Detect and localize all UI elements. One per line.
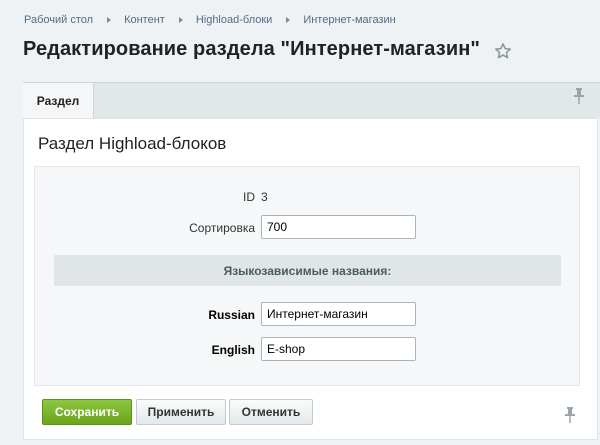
- pin-icon[interactable]: [573, 88, 585, 104]
- section-heading: Языкозависимые названия:: [54, 255, 561, 286]
- chevron-right-icon: [178, 17, 183, 23]
- sort-input[interactable]: [261, 215, 416, 239]
- breadcrumb-item-desktop[interactable]: Рабочий стол: [24, 14, 93, 26]
- card-title: Раздел Highload-блоков: [38, 134, 227, 153]
- breadcrumb: Рабочий стол Контент Highload-блоки Инте…: [24, 14, 396, 26]
- apply-button[interactable]: Применить: [136, 399, 226, 425]
- name-english-input[interactable]: [261, 337, 416, 361]
- name-russian-input[interactable]: [261, 302, 416, 326]
- breadcrumb-item-content[interactable]: Контент: [124, 14, 165, 26]
- form-fields-panel: ID 3 Сортировка Языкозависимые названия:…: [34, 166, 580, 386]
- cancel-button[interactable]: Отменить: [229, 399, 313, 425]
- page-title: Редактирование раздела "Интернет-магазин…: [23, 38, 480, 60]
- tabs-bar: Раздел: [23, 82, 600, 119]
- id-label: ID: [243, 190, 255, 204]
- id-value: 3: [261, 190, 268, 204]
- pin-icon[interactable]: [564, 407, 576, 423]
- chevron-right-icon: [107, 17, 112, 23]
- breadcrumb-item-highload[interactable]: Highload-блоки: [196, 14, 273, 26]
- lang-label-russian: Russian: [208, 308, 255, 322]
- edit-form-card: Раздел Highload-блоков ID 3 Сортировка Я…: [23, 118, 598, 440]
- save-button[interactable]: Сохранить: [42, 399, 132, 425]
- tab-section[interactable]: Раздел: [23, 83, 94, 119]
- chevron-right-icon: [286, 17, 291, 23]
- lang-label-english: English: [211, 343, 255, 357]
- sort-label: Сортировка: [189, 221, 255, 235]
- breadcrumb-item-shop[interactable]: Интернет-магазин: [303, 14, 395, 26]
- star-icon[interactable]: [494, 42, 512, 60]
